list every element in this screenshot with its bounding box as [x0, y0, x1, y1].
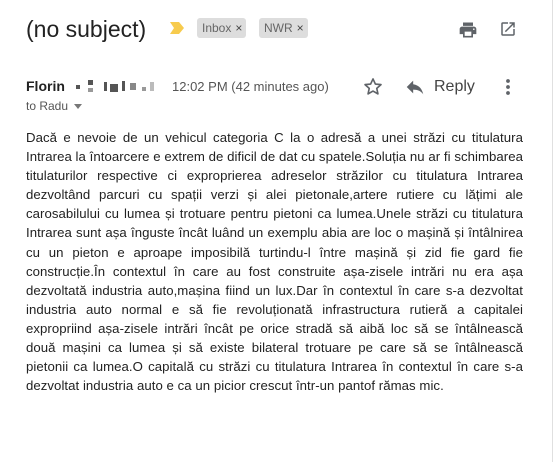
sender-name[interactable]: Florin — [26, 78, 65, 94]
label-chip-text: NWR — [264, 21, 293, 35]
star-icon[interactable] — [362, 76, 384, 98]
message-header: Florin 12:02 PM (42 minutes ago) Reply — [0, 76, 553, 98]
chevron-down-icon — [74, 103, 83, 109]
remove-label-inbox-button[interactable]: × — [235, 21, 242, 35]
recipient-summary: to Radu — [26, 99, 69, 113]
label-chip-inbox: Inbox × — [197, 18, 247, 38]
reply-label: Reply — [434, 78, 475, 95]
importance-marker-icon[interactable] — [170, 22, 184, 34]
message-timestamp: 12:02 PM (42 minutes ago) — [172, 79, 329, 94]
email-subject: (no subject) — [26, 16, 147, 42]
label-chip-nwr: NWR × — [259, 18, 308, 38]
remove-label-nwr-button[interactable]: × — [297, 21, 304, 35]
recipients-toggle[interactable]: to Radu — [26, 99, 83, 113]
open-in-new-window-icon[interactable] — [499, 20, 517, 38]
subject-bar: (no subject) Inbox × NWR × — [0, 14, 553, 44]
reply-arrow-icon — [406, 80, 424, 95]
reply-button[interactable]: Reply — [404, 76, 475, 98]
more-vertical-icon[interactable] — [499, 76, 517, 98]
message-body: Dacă e nevoie de un vehicul categoria C … — [26, 130, 523, 394]
redacted-sender-surname — [74, 80, 158, 94]
label-chip-text: Inbox — [202, 21, 232, 35]
print-icon[interactable] — [458, 20, 478, 40]
